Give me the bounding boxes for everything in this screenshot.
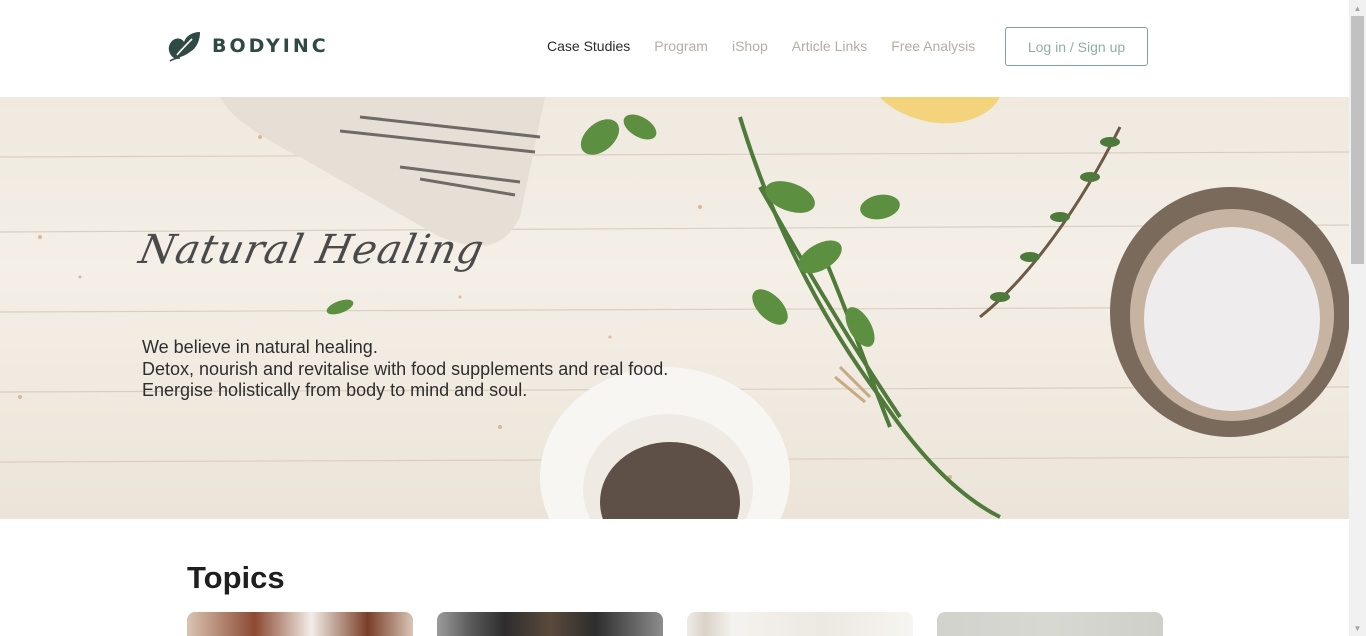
nav-case-studies[interactable]: Case Studies: [547, 38, 630, 54]
hero-line: We believe in natural healing.: [142, 337, 378, 357]
topic-card-image[interactable]: [437, 612, 663, 636]
site-header: BODYINC Case Studies Program iShop Artic…: [0, 0, 1349, 97]
hero-description: We believe in natural healing. Detox, no…: [142, 337, 668, 402]
hero-line: Energise holistically from body to mind …: [142, 380, 528, 400]
hero-script-title: Natural Healing: [135, 227, 489, 273]
leaf-logo-icon: [168, 32, 200, 62]
scrollbar-thumb[interactable]: [1351, 16, 1364, 264]
topic-card-image[interactable]: [187, 612, 413, 636]
main-nav: Case Studies Program iShop Article Links…: [547, 38, 975, 54]
login-signup-button[interactable]: Log in / Sign up: [1005, 27, 1148, 66]
scroll-down-icon[interactable]: ▼: [1349, 620, 1366, 636]
brand-name: BODYINC: [212, 35, 329, 57]
brand-logo[interactable]: BODYINC: [164, 28, 329, 64]
nav-free-analysis[interactable]: Free Analysis: [891, 38, 975, 54]
hero-line: Detox, nourish and revitalise with food …: [142, 358, 669, 379]
scroll-up-icon[interactable]: ▲: [1349, 0, 1366, 16]
hero-banner: Natural Healing We believe in natural he…: [0, 97, 1349, 519]
topic-card-image[interactable]: [687, 612, 913, 636]
nav-article-links[interactable]: Article Links: [792, 38, 867, 54]
nav-ishop[interactable]: iShop: [732, 38, 768, 54]
topics-heading: Topics: [187, 560, 285, 595]
topic-card-image[interactable]: [937, 612, 1163, 636]
nav-program[interactable]: Program: [654, 38, 708, 54]
hero-background-image: [0, 97, 1349, 519]
